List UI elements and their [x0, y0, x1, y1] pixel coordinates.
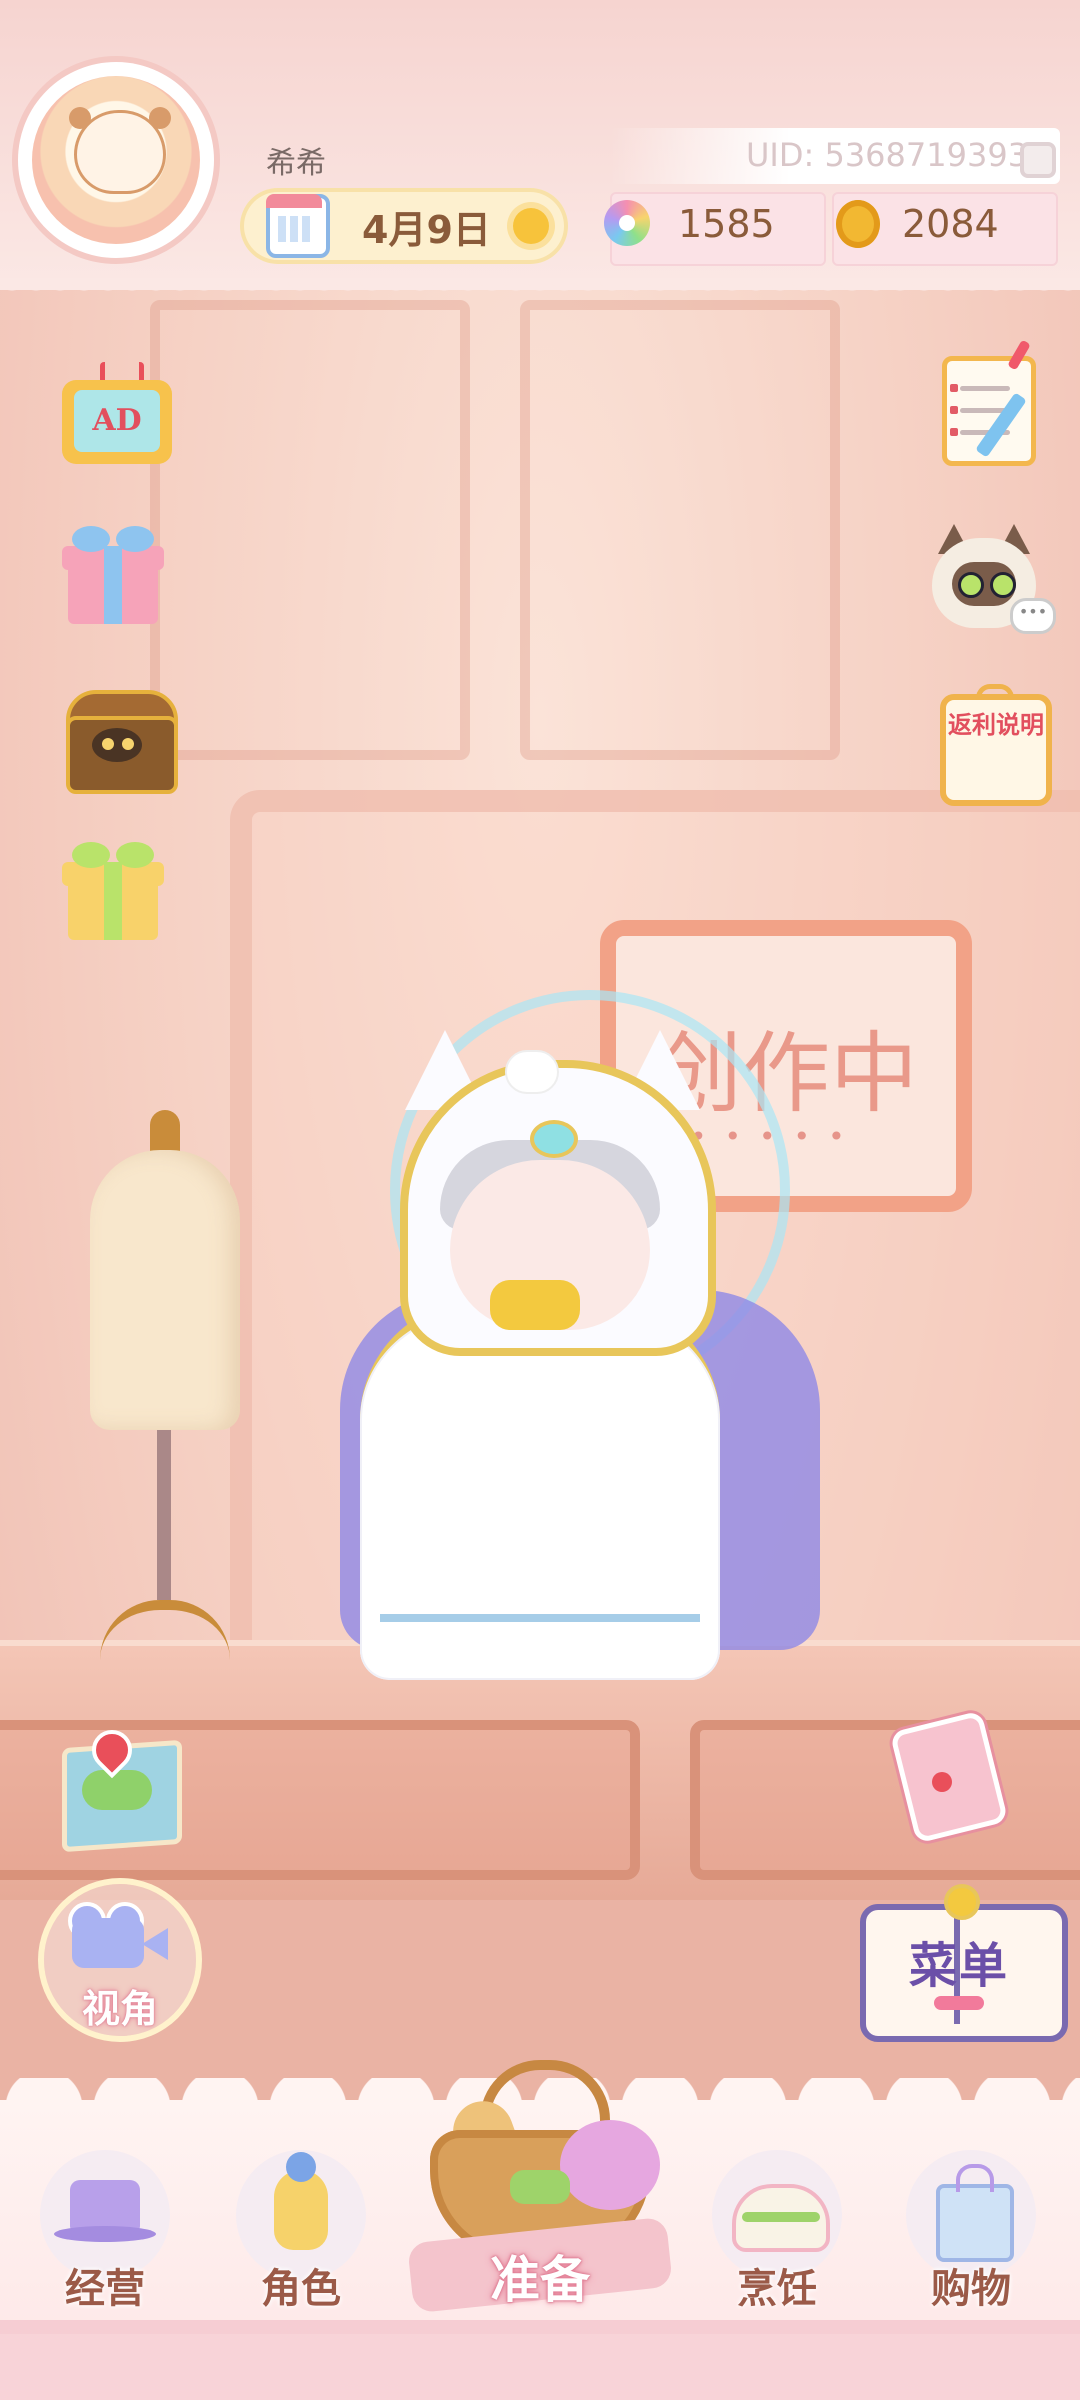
sun-hat-icon: [560, 2120, 660, 2210]
chat-bubble-icon: •••: [1010, 598, 1056, 634]
treasure-chest-button[interactable]: [62, 680, 178, 794]
task-clipboard-button[interactable]: [934, 339, 1044, 466]
coin-count: 2084: [902, 202, 999, 246]
nav-cooking[interactable]: 烹饪: [702, 2140, 852, 2320]
cat-chat-button[interactable]: •••: [928, 518, 1056, 634]
gift-pack-button[interactable]: [58, 836, 168, 946]
player-name: 希希: [266, 146, 326, 181]
wall-panel-left: [150, 300, 470, 760]
mannequin-pole: [157, 1430, 171, 1600]
nav-divider: [0, 2320, 1080, 2334]
nav-prepare[interactable]: 准备: [400, 2060, 680, 2330]
uid-text: UID: 5368719393: [746, 136, 1029, 174]
top-hat-icon: [54, 2180, 156, 2242]
character-robe[interactable]: [360, 1300, 720, 1680]
tv-antenna: [100, 362, 144, 380]
ad-tv-button[interactable]: AD: [62, 362, 172, 472]
sandwich-icon: [732, 2184, 830, 2252]
sun-icon: [512, 208, 549, 244]
rebate-info-button[interactable]: 返利说明: [940, 684, 1052, 806]
ad-label: AD: [74, 390, 160, 452]
nav-footer: [0, 2334, 1080, 2400]
recipe-book-button[interactable]: [889, 1710, 1009, 1844]
nav-shopping[interactable]: 购物: [896, 2140, 1046, 2320]
nav-business-label: 经营: [65, 2265, 145, 2312]
avatar-portrait: [32, 76, 200, 244]
nav-prepare-label: 准备: [490, 2250, 590, 2309]
calendar-icon: [266, 194, 330, 258]
nav-shopping-label: 购物: [931, 2265, 1011, 2312]
top-bar-scallop: [0, 278, 1080, 302]
mannequin[interactable]: [90, 1150, 240, 1430]
nav-cooking-label: 烹饪: [737, 2265, 817, 2312]
nav-character-label: 角色: [261, 2265, 341, 2312]
nav-business[interactable]: 经营: [30, 2140, 180, 2320]
player-avatar[interactable]: [18, 62, 214, 258]
menu-label: 菜单: [908, 1938, 1009, 1994]
mannequin-stand: [100, 1600, 230, 1670]
duck-on-hood: [505, 1050, 559, 1094]
gem-count: 1585: [678, 202, 775, 246]
camera-view-label: 视角: [81, 1987, 158, 2031]
hood-gem: [530, 1120, 578, 1158]
gift-box-button[interactable]: [58, 520, 168, 630]
shopping-bag-icon: [936, 2164, 1014, 2262]
cherry-icon: [932, 1772, 952, 1792]
robe-trim: [380, 1590, 700, 1622]
rainbow-gem-icon: [604, 200, 650, 246]
map-button[interactable]: [62, 1721, 182, 1853]
coin-icon: [836, 200, 880, 248]
wall-panel-right: [520, 300, 840, 760]
character-figure-icon: [274, 2152, 328, 2250]
counter-panel-right: [690, 1720, 1080, 1880]
nav-character[interactable]: 角色: [226, 2140, 376, 2320]
camera-icon: [72, 1918, 144, 1968]
character-bow: [490, 1280, 580, 1330]
date-text: 4月9日: [362, 207, 491, 252]
menu-button[interactable]: 菜单: [854, 1876, 1068, 2044]
date-display[interactable]: 4月9日: [240, 188, 568, 264]
hamster-icon: [69, 107, 171, 194]
copy-icon[interactable]: [1020, 142, 1056, 178]
rebate-label: 返利说明: [948, 711, 1044, 739]
